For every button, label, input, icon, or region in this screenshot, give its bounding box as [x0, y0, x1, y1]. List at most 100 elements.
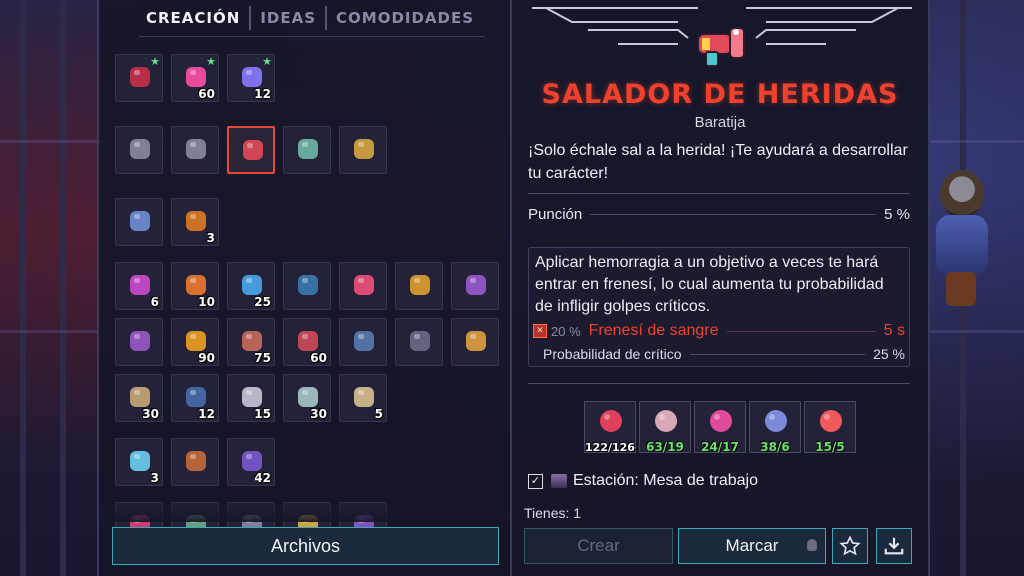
npc-body [936, 215, 988, 275]
ingredient-count: 24/17 [701, 440, 739, 454]
recipe-slot[interactable] [283, 262, 331, 310]
recipe-slot[interactable]: 3 [171, 198, 219, 246]
ingredient-count: 38/6 [760, 440, 790, 454]
recipe-slot[interactable]: 25 [227, 262, 275, 310]
recipe-slot[interactable]: ★ 60 [171, 54, 219, 102]
item-description: ¡Solo échale sal a la herida! ¡Te ayudar… [528, 142, 908, 182]
buff-name: Frenesí de sangre [588, 322, 719, 339]
tabs-divider [139, 36, 485, 37]
buff-chance: 20 % [551, 323, 581, 339]
divider [528, 193, 910, 194]
recipe-slot[interactable] [171, 438, 219, 486]
slot-count: 3 [206, 231, 215, 245]
recipe-slot[interactable] [339, 262, 387, 310]
ingredient-slot[interactable]: 63/19 [639, 401, 691, 454]
slot-count: 5 [374, 407, 383, 421]
craft-button[interactable]: Crear [524, 528, 673, 564]
owned-count: Tienes: 1 [524, 505, 582, 521]
recipe-slot[interactable] [283, 126, 331, 174]
recipe-slot[interactable]: ★ [115, 54, 163, 102]
recipe-slot[interactable]: 30 [115, 374, 163, 422]
world-rail [60, 0, 66, 576]
item-name: SALADOR DE HERIDAS [541, 79, 899, 110]
download-icon [884, 537, 904, 555]
recipe-slot[interactable] [395, 318, 443, 366]
salt-shaker-gun-icon [697, 27, 745, 67]
recipe-slot[interactable]: 75 [227, 318, 275, 366]
ingredient-slot[interactable]: 15/5 [804, 401, 856, 454]
flower-sample-icon [650, 406, 682, 438]
slot-count: 75 [254, 351, 271, 365]
salt-shaker-gun-icon [237, 134, 269, 166]
npc-head [940, 170, 984, 218]
npc-character[interactable] [928, 160, 998, 310]
recipe-slot[interactable]: 12 [171, 374, 219, 422]
recipe-slot[interactable]: 3 [115, 438, 163, 486]
stat-value: 5 % [884, 206, 910, 223]
recipe-slot[interactable] [395, 262, 443, 310]
slot-count: 30 [310, 407, 327, 421]
pink-flesh-icon [348, 269, 380, 301]
item-detail-panel: SALADOR DE HERIDAS Baratija ¡Solo échale… [512, 0, 930, 576]
meat-skewer-icon [180, 445, 212, 477]
lightbulb-icon [807, 539, 817, 551]
recipe-slot[interactable]: 90 [171, 318, 219, 366]
new-star-icon: ★ [206, 55, 216, 68]
recipe-slot[interactable]: 15 [227, 374, 275, 422]
new-star-icon: ★ [150, 55, 160, 68]
scroll-tube-icon [348, 133, 380, 165]
recipe-slot[interactable]: 10 [171, 262, 219, 310]
slot-count: 42 [254, 471, 271, 485]
slot-count: 10 [198, 295, 215, 309]
red-coral-icon [595, 406, 627, 438]
station-checkbox[interactable]: ✓ [528, 473, 543, 489]
crit-row: Probabilidad de crítico 25 % [543, 346, 905, 362]
blue-panel-icon [292, 269, 324, 301]
crafting-list-panel: CREACIÓN IDEAS COMODIDADES ★ ★ 60 ★ 12 3 6 10 25… [97, 0, 512, 576]
world-rail [20, 0, 26, 576]
recipe-slot[interactable]: 6 [115, 262, 163, 310]
ingredient-count: 15/5 [815, 440, 845, 454]
recipe-slot[interactable] [115, 198, 163, 246]
tab-ideas[interactable]: IDEAS [251, 7, 325, 29]
recipe-slot[interactable] [339, 318, 387, 366]
recipe-slot[interactable] [115, 126, 163, 174]
swirl-armor-icon [124, 205, 156, 237]
favorite-button[interactable] [832, 528, 868, 564]
purple-box-icon [124, 325, 156, 357]
pink-spore-icon [705, 406, 737, 438]
buff-duration: 5 s [883, 322, 905, 339]
crit-value: 25 % [873, 346, 905, 362]
fire-flower-icon [815, 406, 847, 438]
download-button[interactable] [876, 528, 912, 564]
slot-count: 12 [254, 87, 271, 101]
ingredient-slot[interactable]: 122/126 [584, 401, 636, 454]
crit-leader-line [689, 353, 866, 355]
recipe-slot[interactable]: 42 [227, 438, 275, 486]
item-type: Baratija [694, 114, 746, 131]
recipe-slot[interactable] [227, 126, 275, 174]
recipe-slot[interactable] [451, 262, 499, 310]
recipe-slot[interactable]: 5 [339, 374, 387, 422]
slot-count: 25 [254, 295, 271, 309]
mark-button[interactable]: Marcar [678, 528, 826, 564]
recipe-slot[interactable] [115, 318, 163, 366]
recipe-slot[interactable]: 60 [283, 318, 331, 366]
crit-label: Probabilidad de crítico [543, 346, 682, 362]
recipe-slot[interactable] [451, 318, 499, 366]
recipe-slot[interactable] [171, 126, 219, 174]
tab-creacion[interactable]: CREACIÓN [137, 7, 249, 29]
recipe-slot[interactable] [339, 126, 387, 174]
recipe-slot[interactable]: ★ 12 [227, 54, 275, 102]
scroll-fade [99, 496, 510, 522]
workbench-icon [551, 474, 567, 488]
files-button[interactable]: Archivos [112, 527, 499, 565]
tab-comodidades[interactable]: COMODIDADES [327, 7, 483, 29]
bleed-buff-icon: ✕ [533, 324, 547, 338]
slot-count: 3 [150, 471, 159, 485]
ingredient-slot[interactable]: 24/17 [694, 401, 746, 454]
ingredient-slot[interactable]: 38/6 [749, 401, 801, 454]
stat-row: Punción 5 % [528, 206, 910, 223]
recipe-slot[interactable]: 30 [283, 374, 331, 422]
station-row: ✓ Estación: Mesa de trabajo [528, 472, 758, 490]
